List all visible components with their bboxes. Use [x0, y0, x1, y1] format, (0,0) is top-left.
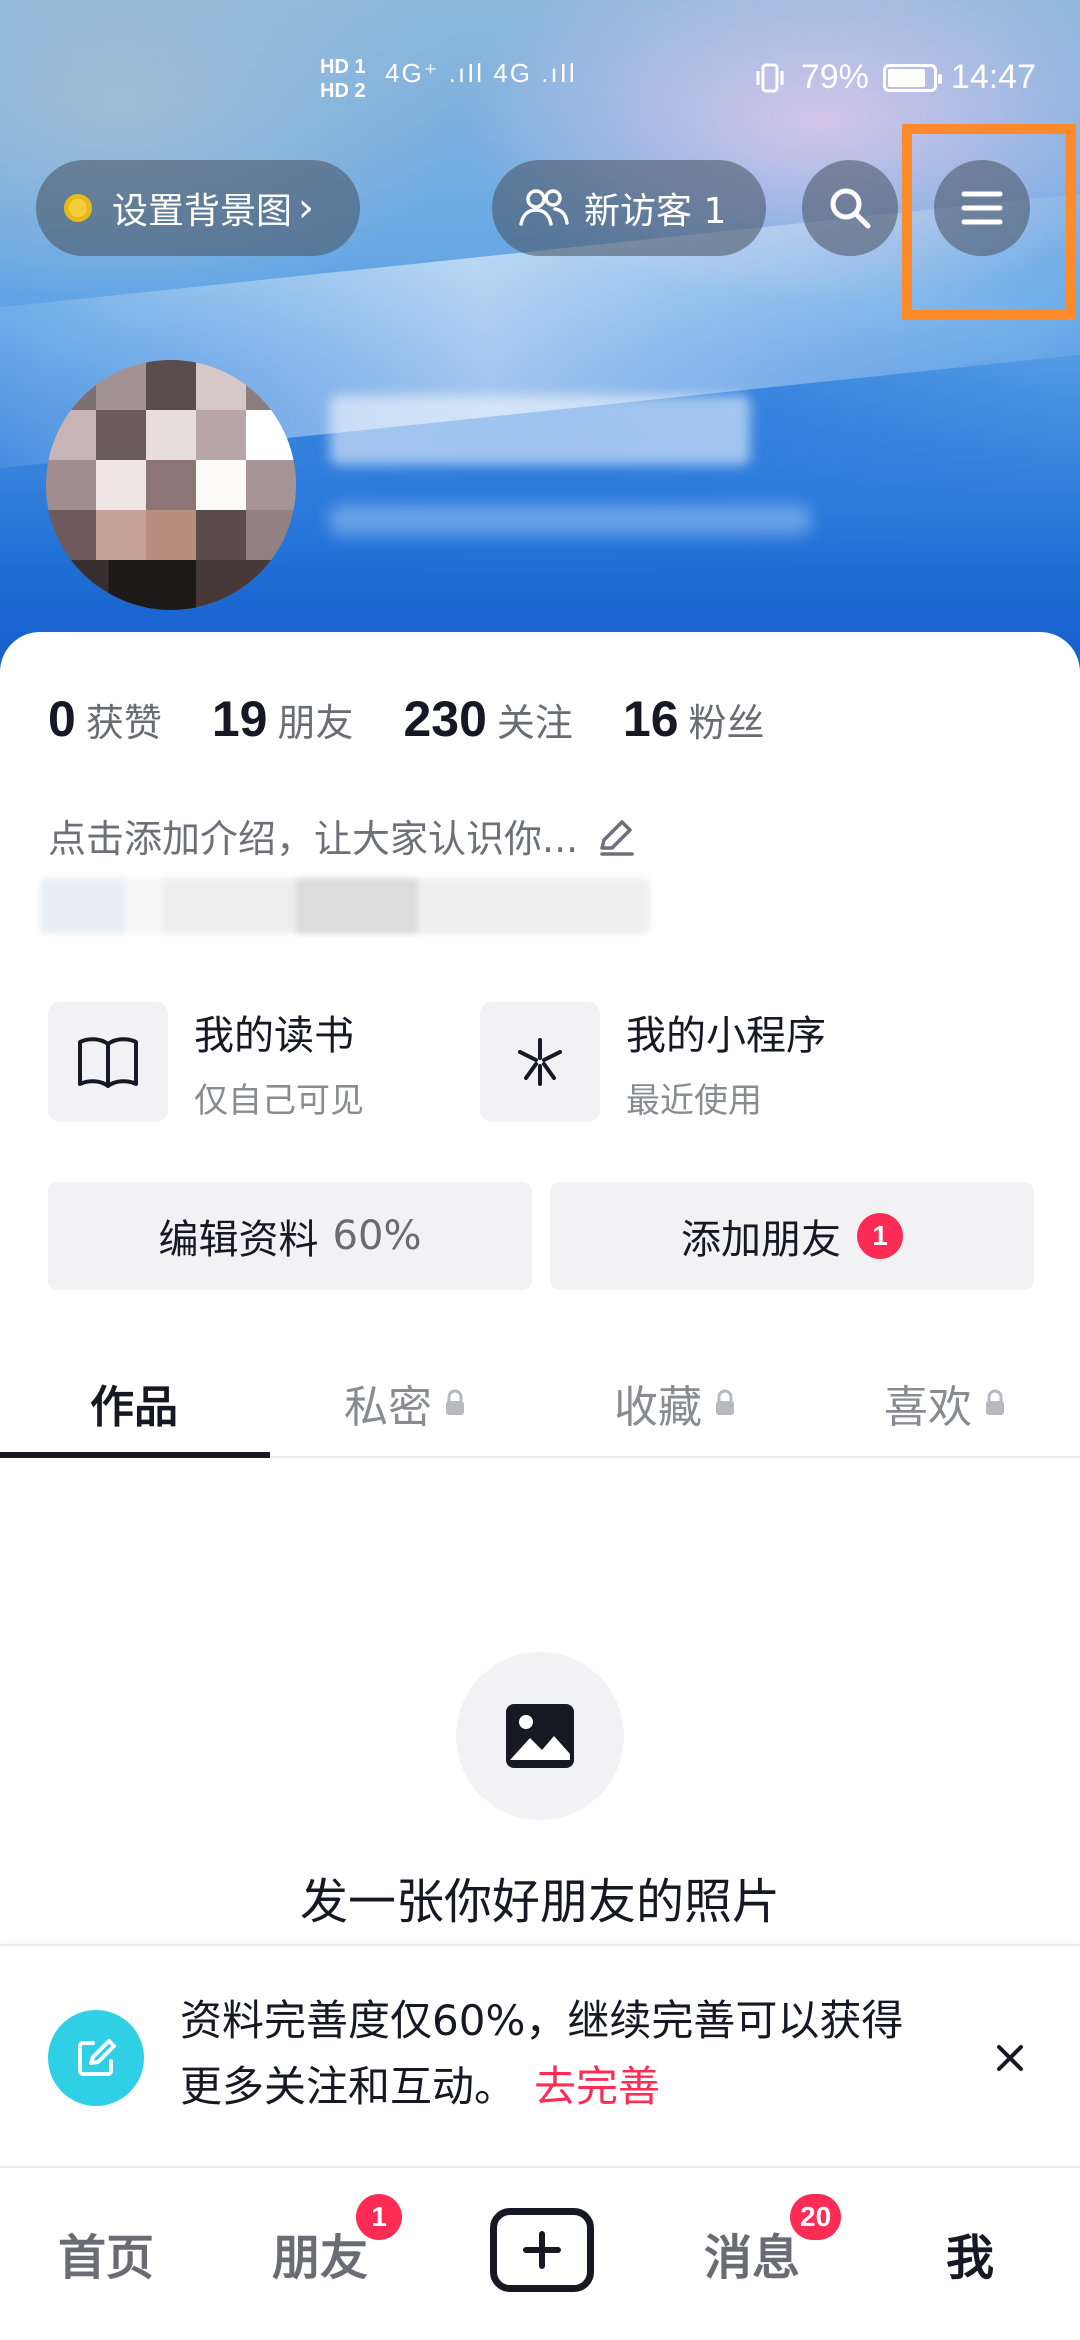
battery-icon [882, 63, 942, 92]
tab-favorites[interactable]: 收藏 [540, 1350, 810, 1456]
stat-friends-label: 朋友 [277, 701, 354, 745]
menu-highlight-box [902, 124, 1076, 320]
stat-following-count: 230 [403, 691, 487, 747]
stat-following[interactable]: 230 关注 [403, 690, 572, 748]
bio-edit[interactable]: 点击添加介绍，让大家认识你... [48, 808, 638, 863]
search-icon [830, 188, 871, 229]
my-mini-programs-shortcut[interactable]: 我的小程序 最近使用 [480, 1002, 826, 1122]
coin-dot-icon [64, 194, 92, 222]
clock: 14:47 [950, 58, 1036, 96]
my-reading-subtitle: 仅自己可见 [194, 1080, 364, 1121]
visitors-icon [519, 189, 569, 226]
edit-profile-label: 编辑资料 [158, 1217, 319, 1263]
profile-completion-percent: 60% [332, 1213, 422, 1259]
profile-stats: 0 获赞 19 朋友 230 关注 16 粉丝 [48, 690, 815, 748]
profile-completion-notice: 资料完善度仅60%，继续完善可以获得更多关注和互动。 去完善 [0, 1944, 1080, 2166]
tab-works-label: 作品 [90, 1382, 178, 1433]
tab-likes[interactable]: 喜欢 [810, 1350, 1080, 1456]
tab-private[interactable]: 私密 [270, 1350, 540, 1456]
lock-icon [446, 1389, 464, 1415]
pencil-icon [600, 819, 634, 856]
signal-indicator: 4G⁺ .ıIl 4G .ıIl [385, 58, 577, 88]
search-button[interactable] [802, 160, 898, 256]
network-hd-indicator: HD 1 HD 2 [320, 56, 366, 102]
nav-me[interactable]: 我 [946, 2218, 994, 2288]
stat-likes-label: 获赞 [85, 701, 162, 745]
user-id-blurred [330, 505, 810, 535]
chevron-right-icon: › [298, 185, 315, 231]
add-friends-label: 添加朋友 [681, 1217, 841, 1263]
lock-icon [716, 1389, 734, 1415]
close-notice-button[interactable] [980, 2028, 1040, 2088]
edit-profile-button[interactable]: 编辑资料 60% [48, 1182, 532, 1290]
stat-likes[interactable]: 0 获赞 [48, 690, 162, 748]
stat-likes-count: 0 [48, 691, 76, 747]
set-background-button[interactable]: 设置背景图 › [36, 160, 360, 256]
post-photo-button[interactable] [456, 1652, 624, 1820]
plus-icon [523, 2231, 561, 2269]
my-reading-title: 我的读书 [194, 1012, 354, 1059]
lock-icon [986, 1389, 1004, 1415]
tab-private-label: 私密 [344, 1382, 432, 1433]
edit-note-icon [48, 2010, 144, 2106]
stat-followers-label: 粉丝 [688, 701, 765, 745]
new-visitors-button[interactable]: 新访客 1 [492, 160, 766, 256]
add-friends-badge: 1 [857, 1213, 903, 1259]
profile-tabs: 作品 私密 收藏 喜欢 [0, 1350, 1080, 1458]
battery-percent: 79% [800, 58, 869, 96]
my-reading-shortcut[interactable]: 我的读书 仅自己可见 [48, 1002, 364, 1122]
set-background-label: 设置背景图 [112, 191, 293, 232]
book-icon [78, 1037, 138, 1088]
stat-friends[interactable]: 19 朋友 [212, 690, 354, 748]
nav-messages[interactable]: 消息 [704, 2218, 800, 2288]
mini-program-icon [518, 1038, 562, 1086]
bio-placeholder: 点击添加介绍，让大家认识你... [48, 817, 579, 861]
stat-followers-count: 16 [622, 691, 679, 747]
tab-favorites-label: 收藏 [614, 1382, 702, 1433]
my-mini-programs-title: 我的小程序 [626, 1012, 826, 1059]
bottom-navigation: 首页 朋友 1 消息 20 我 [0, 2166, 1080, 2340]
username-blurred [330, 395, 750, 465]
stat-followers[interactable]: 16 粉丝 [623, 690, 765, 748]
tab-works[interactable]: 作品 [0, 1350, 270, 1458]
nav-home[interactable]: 首页 [58, 2218, 154, 2288]
complete-profile-link[interactable]: 去完善 [534, 2062, 660, 2111]
stat-friends-count: 19 [211, 691, 268, 747]
my-mini-programs-subtitle: 最近使用 [626, 1080, 762, 1121]
friends-badge: 1 [356, 2194, 402, 2240]
image-icon [506, 1704, 574, 1768]
messages-badge: 20 [790, 2194, 842, 2240]
nav-friends[interactable]: 朋友 [272, 2218, 368, 2288]
close-icon [997, 2045, 1023, 2071]
create-post-button[interactable] [490, 2208, 594, 2292]
empty-state-text: 发一张你好朋友的照片 [299, 1874, 780, 1930]
stat-following-label: 关注 [496, 701, 573, 745]
new-visitors-label: 新访客 1 [584, 191, 727, 232]
vibrate-icon [756, 63, 784, 92]
tab-likes-label: 喜欢 [884, 1382, 972, 1433]
add-friends-button[interactable]: 添加朋友 1 [550, 1182, 1034, 1290]
avatar[interactable] [46, 360, 296, 610]
profile-tags-blurred [40, 878, 650, 934]
